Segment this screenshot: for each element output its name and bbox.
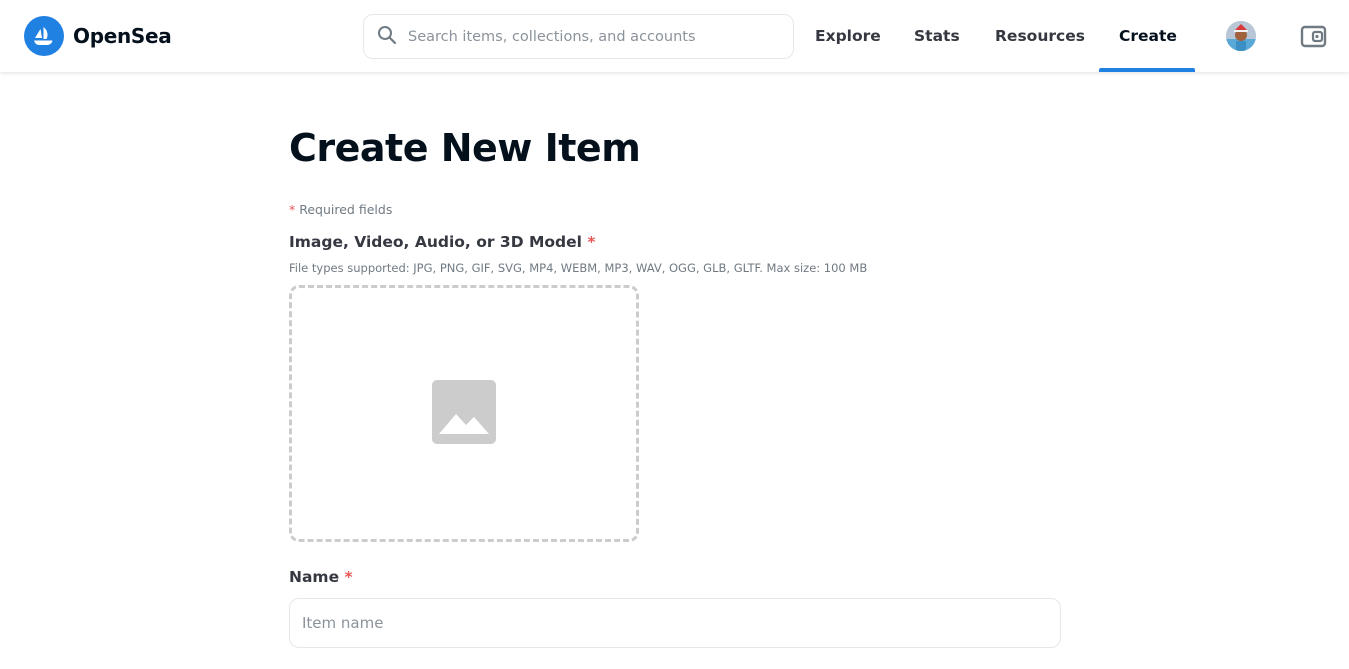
- file-types-help: File types supported: JPG, PNG, GIF, SVG…: [289, 261, 868, 275]
- nav-explore[interactable]: Explore: [815, 0, 881, 72]
- search-input[interactable]: [408, 28, 793, 45]
- page-title: Create New Item: [289, 126, 641, 170]
- wallet-icon[interactable]: [1300, 23, 1327, 50]
- media-label-text: Image, Video, Audio, or 3D Model: [289, 233, 582, 251]
- name-required-star: *: [344, 568, 353, 586]
- user-avatar[interactable]: [1226, 21, 1256, 51]
- media-required-star: *: [587, 233, 596, 251]
- top-navigation-bar: OpenSea Explore Stats Resources Create: [0, 0, 1349, 72]
- active-nav-indicator: [1099, 68, 1195, 72]
- nav-stats[interactable]: Stats: [914, 0, 960, 72]
- search-box[interactable]: [363, 14, 794, 59]
- search-icon: [377, 25, 397, 49]
- image-placeholder-icon: [432, 379, 496, 448]
- nav-create[interactable]: Create: [1119, 0, 1177, 72]
- opensea-logo-icon: [24, 16, 64, 56]
- required-fields-note: * Required fields: [289, 202, 392, 217]
- opensea-logo-link[interactable]: OpenSea: [24, 16, 172, 56]
- nav-resources[interactable]: Resources: [995, 0, 1085, 72]
- name-label-text: Name: [289, 568, 340, 586]
- media-upload-dropzone[interactable]: [289, 285, 639, 542]
- item-name-input[interactable]: [289, 598, 1061, 648]
- name-label: Name *: [289, 568, 353, 586]
- media-label: Image, Video, Audio, or 3D Model *: [289, 233, 595, 251]
- brand-name: OpenSea: [73, 24, 172, 48]
- required-star: *: [289, 202, 296, 217]
- required-fields-text: Required fields: [299, 202, 393, 217]
